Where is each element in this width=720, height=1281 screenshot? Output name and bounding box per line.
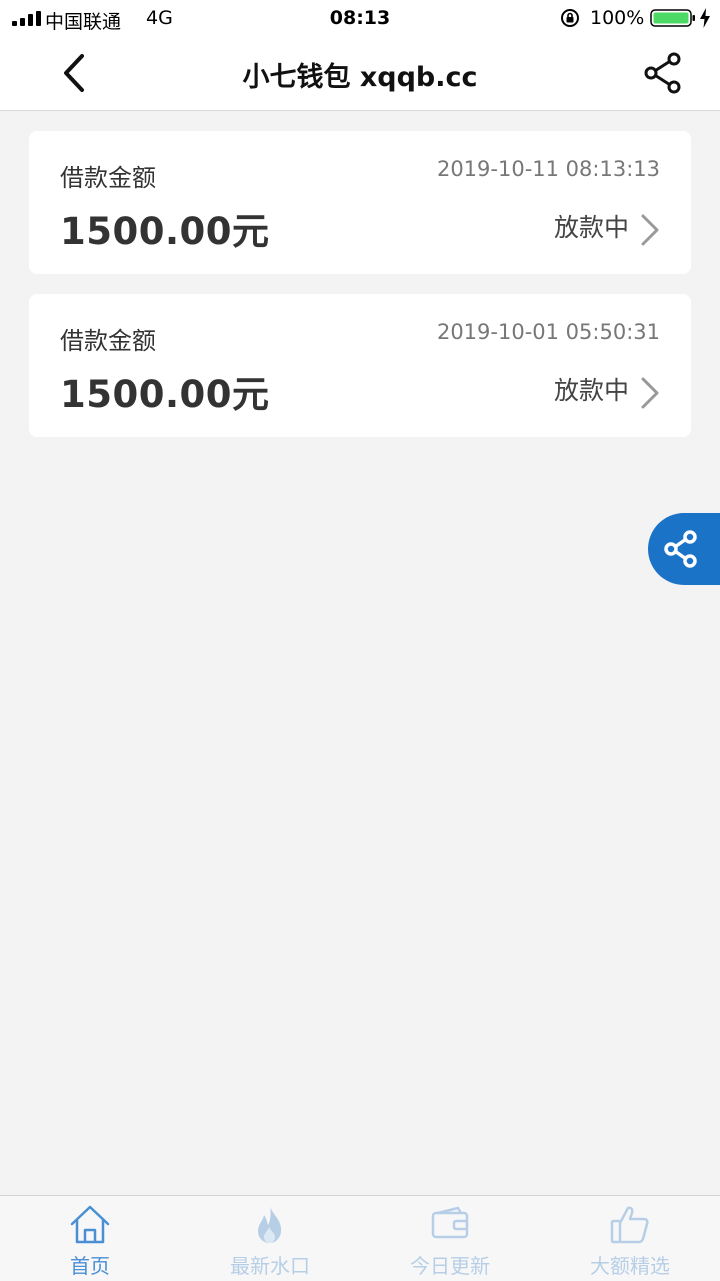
chevron-right-icon [641,214,659,246]
tab-premium[interactable]: 大额精选 [540,1196,720,1281]
battery-percentage: 100% [590,7,645,29]
rotation-lock-icon [561,9,579,27]
tab-label: 今日更新 [410,1254,490,1278]
status-bar: 中国联通 4G 08:13 100% [0,0,720,36]
tab-label: 最新水口 [230,1254,310,1278]
loan-amount-label: 借款金额 [60,164,156,192]
tab-latest[interactable]: 最新水口 [180,1196,360,1281]
tab-label: 大额精选 [590,1254,670,1278]
wallet-icon [431,1206,469,1239]
floating-share-button[interactable] [648,513,720,585]
loan-status: 放款中 [553,376,629,405]
share-icon [644,52,681,94]
loan-amount: 1500.00元 [60,373,270,416]
tab-today[interactable]: 今日更新 [360,1196,540,1281]
tab-home[interactable]: 首页 [0,1196,180,1281]
flame-icon [258,1206,282,1243]
loan-amount-label: 借款金额 [60,327,156,355]
loan-record-card[interactable]: 借款金额 2019-10-01 05:50:31 1500.00元 放款中 [29,294,691,437]
share-icon [664,530,697,568]
navigation-bar: 小七钱包 xqqb.cc [0,36,720,111]
loan-status: 放款中 [553,213,629,242]
bottom-tab-bar: 首页 最新水口 今日更新 大额精选 [0,1195,720,1281]
chevron-right-icon [641,377,659,409]
charging-bolt-icon [700,8,710,28]
home-icon [70,1205,110,1244]
loan-amount: 1500.00元 [60,210,270,253]
page-title: 小七钱包 xqqb.cc [242,62,478,93]
battery-icon [650,9,695,27]
tab-label: 首页 [70,1254,110,1278]
loan-record-card[interactable]: 借款金额 2019-10-11 08:13:13 1500.00元 放款中 [29,131,691,274]
share-button[interactable] [640,50,686,96]
loan-timestamp: 2019-10-11 08:13:13 [436,157,660,181]
thumbs-up-icon [610,1206,649,1244]
loan-timestamp: 2019-10-01 05:50:31 [436,320,660,344]
